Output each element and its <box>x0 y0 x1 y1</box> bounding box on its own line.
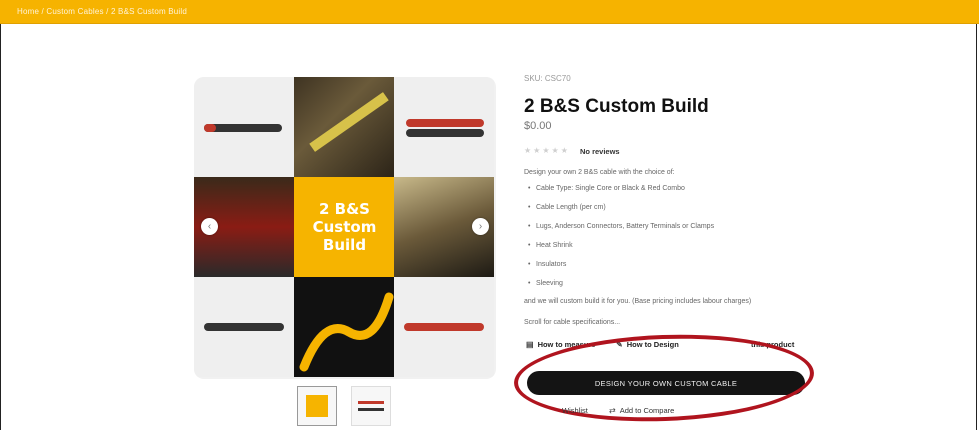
gallery-title-line: Custom <box>312 218 377 236</box>
how-to-design-link[interactable]: ✎ How to Design <box>616 340 679 349</box>
closing-text: and we will custom build it for you. (Ba… <box>524 298 752 305</box>
how-to-measure-label: How to measure <box>537 340 596 349</box>
list-item: Cable Length (per cm) <box>524 202 714 221</box>
thumbnail-1-image <box>306 395 328 417</box>
list-item: Cable Type: Single Core or Black & Red C… <box>524 183 714 202</box>
share-label: this product <box>751 340 795 349</box>
product-description: Design your own 2 B&S cable with the cho… <box>524 169 675 176</box>
compare-icon: ⇄ <box>609 406 616 415</box>
list-item: Lugs, Anderson Connectors, Battery Termi… <box>524 221 714 240</box>
gallery-title-line: Build <box>322 236 367 254</box>
breadcrumb-bar: Home / Custom Cables / 2 B&S Custom Buil… <box>0 0 979 24</box>
gallery-title-overlay: 2 B&S Custom Build <box>294 177 395 277</box>
list-item: Heat Shrink <box>524 240 714 259</box>
gallery-next-button[interactable]: › <box>472 218 489 235</box>
gallery-tile-cable-single <box>194 277 294 377</box>
red-cable-image <box>406 119 484 127</box>
thumbnail-2-image-alt <box>358 408 384 411</box>
design-custom-cable-button[interactable]: DESIGN YOUR OWN CUSTOM CABLE <box>527 371 805 395</box>
gallery-tile-cable-red <box>394 277 494 377</box>
sku-label: SKU: CSC70 <box>524 74 571 83</box>
rating-stars: ★★★★★ <box>524 146 570 155</box>
thumbnail-2[interactable] <box>351 386 391 426</box>
share-product-link[interactable]: this product <box>751 340 794 349</box>
logo-script-graphic <box>299 292 394 372</box>
how-to-measure-link[interactable]: ▤ How to measure <box>526 340 596 349</box>
gallery-tile-cable-black <box>194 77 294 177</box>
gallery-tile-logo-script <box>294 277 394 377</box>
measuring-tape-image <box>309 92 389 152</box>
product-price: $0.00 <box>524 120 552 132</box>
chevron-right-icon: › <box>478 221 483 232</box>
list-item: Sleeving <box>524 278 714 297</box>
black-cable-image <box>204 323 284 331</box>
list-item: Insulators <box>524 259 714 278</box>
thumbnail-2-image <box>358 401 384 404</box>
product-title: 2 B&S Custom Build <box>524 96 709 117</box>
wishlist-label: Wishlist <box>562 406 588 415</box>
black-cable-image <box>406 129 484 137</box>
pencil-icon: ✎ <box>616 340 623 349</box>
chevron-left-icon: ‹ <box>207 221 212 232</box>
gallery-tile-measuring-tape <box>294 77 394 177</box>
gallery-prev-button[interactable]: ‹ <box>201 218 218 235</box>
cable-end <box>204 124 216 132</box>
thumbnail-1[interactable] <box>297 386 337 426</box>
reviews-link[interactable]: No reviews <box>580 147 620 156</box>
scroll-note[interactable]: Scroll for cable specifications... <box>524 319 620 326</box>
ruler-icon: ▤ <box>526 340 534 349</box>
breadcrumb[interactable]: Home / Custom Cables / 2 B&S Custom Buil… <box>17 7 187 16</box>
feature-list: Cable Type: Single Core or Black & Red C… <box>524 183 714 297</box>
wishlist-link[interactable]: Wishlist <box>562 406 588 415</box>
add-to-compare-label: Add to Compare <box>619 406 675 415</box>
red-cable-image <box>404 323 484 331</box>
gallery-title-line: 2 B&S <box>319 200 370 218</box>
gallery-tile-cable-combo <box>394 77 494 177</box>
add-to-compare-link[interactable]: ⇄ Add to Compare <box>609 406 674 415</box>
how-to-design-label: How to Design <box>626 340 679 349</box>
